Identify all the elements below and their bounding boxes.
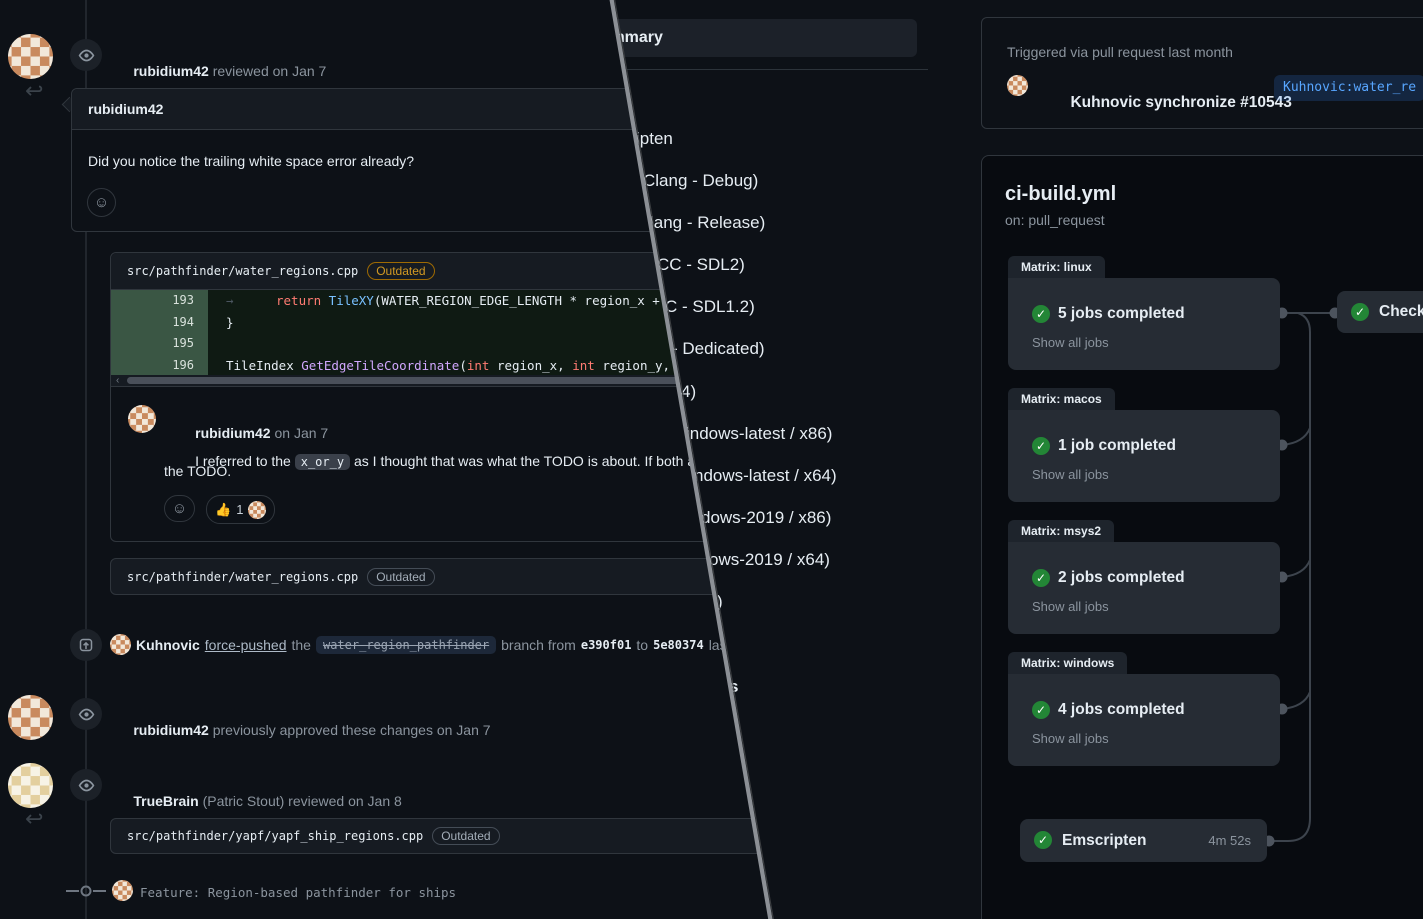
matrix-status: 2 jobs completed <box>1058 569 1185 587</box>
add-reaction-button[interactable]: ☺ <box>164 495 195 522</box>
commit-hash-link[interactable]: e390f01 <box>581 638 632 652</box>
job-node-emscripten[interactable]: ✓ Emscripten 4m 52s <box>1020 819 1267 862</box>
show-all-jobs-link[interactable]: Show all jobs <box>1032 731 1109 746</box>
indent-marker: → <box>226 290 276 312</box>
avatar[interactable] <box>8 34 53 79</box>
comment-body-line1: I referred to the x_or_y as I thought th… <box>164 437 695 485</box>
job-label: Emscripten <box>1062 819 1146 862</box>
job-node-check-annotations[interactable]: ✓ Check An <box>1337 291 1423 333</box>
commit-message-link[interactable]: Feature: Region-based pathfinder for shi… <box>140 885 456 900</box>
commit-hash-link[interactable]: 5e80374 <box>653 638 704 652</box>
matrix-card-msys2[interactable]: ✓ 2 jobs completed Show all jobs <box>1008 542 1280 634</box>
reply-arrow-icon: ↩ <box>25 78 43 104</box>
file-path[interactable]: src/pathfinder/water_regions.cpp <box>127 264 358 278</box>
review-author-link[interactable]: TrueBrain <box>133 793 198 809</box>
matrix-status: 4 jobs completed <box>1058 701 1185 719</box>
branch-chip[interactable]: water_region_pathfinder <box>316 636 496 654</box>
matrix-tab-macos: Matrix: macos <box>1008 388 1115 410</box>
eye-icon <box>78 706 95 723</box>
matrix-status: 1 job completed <box>1058 437 1176 455</box>
review-action-text: reviewed on Jan 7 <box>213 63 327 79</box>
line-number[interactable]: 193 <box>111 290 208 312</box>
line-number[interactable]: 196 <box>111 355 208 377</box>
avatar[interactable] <box>8 763 53 808</box>
thumbs-up-reaction-pill[interactable]: 👍 1 <box>206 495 275 524</box>
outdated-badge: Outdated <box>432 827 499 845</box>
inline-code-chip: x_or_y <box>295 454 350 470</box>
review-event-badge <box>70 698 102 730</box>
file-path[interactable]: src/pathfinder/water_regions.cpp <box>127 570 358 584</box>
show-all-jobs-link[interactable]: Show all jobs <box>1032 599 1109 614</box>
file-path[interactable]: src/pathfinder/yapf/yapf_ship_regions.cp… <box>127 829 423 843</box>
review-author-link[interactable]: rubidium42 <box>133 63 208 79</box>
success-check-icon: ✓ <box>1351 303 1369 321</box>
show-all-jobs-link[interactable]: Show all jobs <box>1032 335 1109 350</box>
success-check-icon: ✓ <box>1034 831 1052 849</box>
comment-author-link[interactable]: rubidium42 <box>72 89 163 129</box>
commit-icon <box>66 884 106 898</box>
review-action-text: (Patric Stout) reviewed on Jan 8 <box>203 793 402 809</box>
repo-push-icon <box>78 637 94 653</box>
success-check-icon: ✓ <box>1032 437 1050 455</box>
matrix-card-macos[interactable]: ✓ 1 job completed Show all jobs <box>1008 410 1280 502</box>
review-event-badge <box>70 769 102 801</box>
eye-icon <box>78 47 95 64</box>
review-action-text: previously approved these changes on Jan… <box>213 722 491 738</box>
avatar[interactable] <box>110 634 131 655</box>
reaction-count: 1 <box>236 502 243 517</box>
avatar[interactable] <box>112 880 133 901</box>
matrix-tab-linux: Matrix: linux <box>1008 256 1105 278</box>
matrix-tab-msys2: Matrix: msys2 <box>1008 520 1114 542</box>
eye-icon <box>78 777 95 794</box>
matrix-card-windows[interactable]: ✓ 4 jobs completed Show all jobs <box>1008 674 1280 766</box>
avatar[interactable] <box>8 695 53 740</box>
job-label: Check An <box>1379 291 1423 333</box>
avatar[interactable] <box>128 405 156 433</box>
success-check-icon: ✓ <box>1032 701 1050 719</box>
force-push-event: Kuhnovic force-pushed the water_region_p… <box>110 634 730 655</box>
reactor-avatar <box>248 501 266 519</box>
force-push-event-badge <box>70 629 102 661</box>
job-duration: 4m 52s <box>1208 819 1251 862</box>
thumbs-up-icon: 👍 <box>215 502 231 518</box>
screenshot-composite: Summary iptenClang - Debug)lang - Releas… <box>0 0 1423 919</box>
matrix-tab-windows: Matrix: windows <box>1008 652 1127 674</box>
scroll-left-arrow[interactable]: ‹ <box>116 375 119 387</box>
show-all-jobs-link[interactable]: Show all jobs <box>1032 467 1109 482</box>
force-pushed-link[interactable]: force-pushed <box>205 637 287 653</box>
review-event-badge <box>70 39 102 71</box>
add-reaction-button[interactable]: ☺ <box>87 188 116 217</box>
outdated-badge: Outdated <box>367 262 434 280</box>
success-check-icon: ✓ <box>1032 305 1050 323</box>
line-number[interactable]: 195 <box>111 333 208 355</box>
actor-link[interactable]: Kuhnovic <box>136 637 200 653</box>
line-number[interactable]: 194 <box>111 312 208 334</box>
reply-arrow-icon: ↩ <box>25 806 43 832</box>
review-author-link[interactable]: rubidium42 <box>133 722 208 738</box>
outdated-badge: Outdated <box>367 568 434 586</box>
success-check-icon: ✓ <box>1032 569 1050 587</box>
matrix-card-linux[interactable]: ✓ 5 jobs completed Show all jobs <box>1008 278 1280 370</box>
comment-body-line2: the TODO. <box>164 463 231 479</box>
matrix-status: 5 jobs completed <box>1058 305 1185 323</box>
